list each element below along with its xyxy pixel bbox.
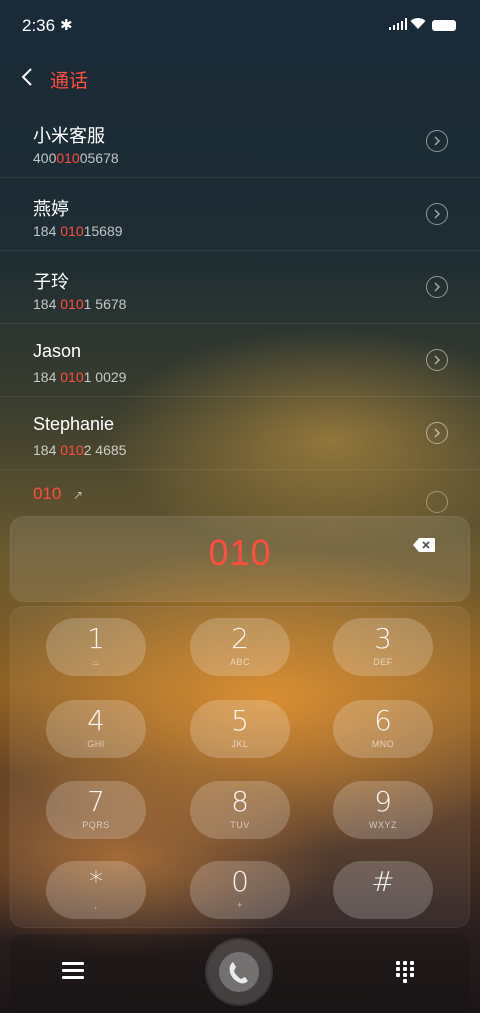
contact-number: 184 0102 4685 [33,442,127,458]
key-7[interactable]: 7 PQRS [46,781,146,839]
contact-name: 子玲 [33,272,69,292]
dialed-number: 010 [208,532,272,573]
backspace-icon[interactable] [412,537,436,553]
outgoing-call-icon: ↗ [73,488,84,502]
key-8[interactable]: 8 TUV [190,781,290,839]
chevron-right-circle-icon[interactable] [426,203,448,225]
key-hash[interactable]: # [333,861,433,919]
list-item[interactable]: 燕婷 184 01015689 [0,177,480,251]
app-header: 通话 [0,52,480,102]
chevron-right-circle-icon[interactable] [426,130,448,152]
contact-number: 40001005678 [33,150,119,166]
list-item[interactable]: 小米客服 40001005678 [0,104,480,178]
wifi-icon [410,18,426,29]
key-3[interactable]: 3 DEF [333,618,433,676]
call-button[interactable] [207,940,271,1004]
list-item[interactable]: Jason 184 0101 0029 [0,323,480,397]
key-star[interactable]: *, [46,861,146,919]
contact-number: 184 0101 5678 [33,296,127,312]
list-item[interactable]: Stephanie 184 0102 4685 [0,396,480,470]
contact-name: Jason [33,341,82,361]
chevron-right-circle-icon[interactable] [426,276,448,298]
page-title: 通话 [50,71,89,92]
key-4[interactable]: 4 GHI [46,700,146,758]
key-0[interactable]: 0 + [190,861,290,919]
chevron-left-icon[interactable] [18,66,38,88]
status-time: 2:36 [22,16,56,35]
chevron-right-circle-icon[interactable] [426,491,448,513]
dial-keypad: 1 ⌓ 2 ABC 3 DEF 4 GHI 5 JKL 6 MNO 7 PQRS 8 TUV 9… [10,606,470,928]
key-5[interactable]: 5 JKL [190,700,290,758]
key-9[interactable]: 9 WXYZ [333,781,433,839]
chevron-right-circle-icon[interactable] [426,349,448,371]
contact-name: 小米客服 [33,126,105,146]
contact-number: 184 01015689 [33,223,123,239]
call-icon [219,952,259,992]
contact-name: 燕婷 [33,199,69,219]
list-item[interactable]: 010 ↗ [0,476,480,513]
dial-display: 010 [10,516,470,602]
voicemail-icon: ⌓ [92,657,100,667]
status-bar: 2:36 ✱ [0,0,480,52]
contact-name: Stephanie [33,414,115,434]
menu-icon[interactable] [62,962,84,980]
key-6[interactable]: 6 MNO [333,700,433,758]
key-2[interactable]: 2 ABC [190,618,290,676]
contact-number: 184 0101 0029 [33,369,127,385]
dialpad-icon[interactable] [396,961,416,983]
bottom-bar [10,934,470,1013]
key-1[interactable]: 1 ⌓ [46,618,146,676]
list-item[interactable]: 子玲 184 0101 5678 [0,250,480,324]
chevron-right-circle-icon[interactable] [426,422,448,444]
dialed-number-suggestion: 010 [33,484,62,503]
battery-icon [432,20,456,31]
signal-icon [389,18,407,30]
bluetooth-icon: ✱ [60,17,73,34]
